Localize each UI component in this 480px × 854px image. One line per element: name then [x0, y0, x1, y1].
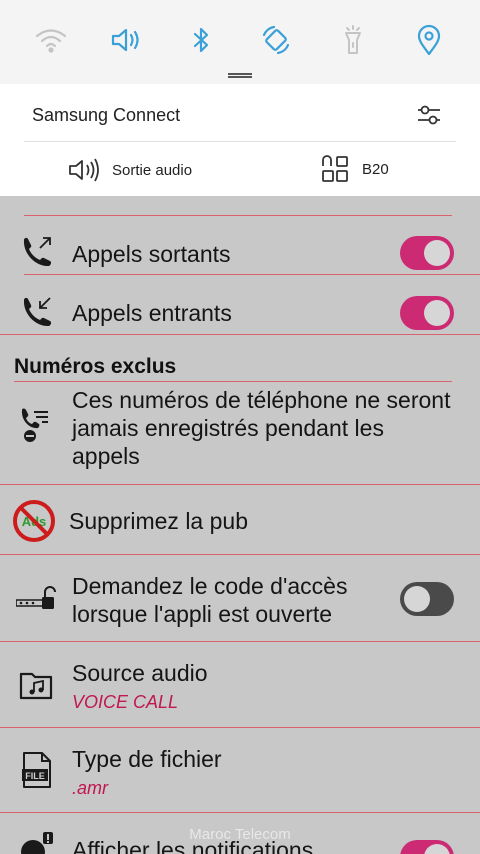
incoming-calls-label: Appels entrants: [72, 300, 232, 326]
toggle-knob: [424, 300, 450, 326]
device-label: B20: [362, 160, 389, 178]
toggle-knob: [424, 240, 450, 266]
divider: [0, 812, 480, 813]
divider: [0, 727, 480, 728]
flashlight-icon[interactable]: [333, 20, 373, 60]
speaker-icon: [69, 158, 99, 182]
audio-output-label: Sortie audio: [112, 161, 193, 179]
toggle-knob: [404, 586, 430, 612]
samsung-connect-row[interactable]: Samsung Connect: [24, 84, 456, 142]
panel-drag-handle[interactable]: [228, 73, 252, 78]
divider: [0, 484, 480, 485]
passcode-label: Demandez le code d'accès lorsque l'appli…: [72, 573, 348, 627]
bluetooth-icon[interactable]: [181, 20, 221, 60]
divider: [24, 274, 480, 275]
excluded-numbers-header: Numéros exclus: [14, 355, 177, 378]
location-icon[interactable]: [409, 20, 449, 60]
sliders-icon[interactable]: [416, 102, 442, 128]
file-type-value: .amr: [72, 778, 108, 798]
file-icon: FILE: [22, 752, 51, 788]
divider: [24, 215, 452, 216]
device-button[interactable]: B20: [320, 154, 389, 184]
devices-grid-icon: [322, 155, 348, 182]
samsung-connect-label: Samsung Connect: [32, 105, 181, 125]
blocked-list-icon: [21, 408, 48, 442]
music-folder-icon: [19, 672, 53, 700]
no-ads-icon: Ads: [13, 500, 55, 542]
divider: [0, 334, 480, 335]
audio-output-button[interactable]: Sortie audio: [68, 156, 192, 184]
quick-settings-panel: Samsung Connect Sortie audio B20: [0, 0, 480, 196]
media-output-row: Sortie audio B20: [0, 142, 480, 196]
outgoing-calls-label: Appels sortants: [72, 241, 231, 267]
incoming-call-icon: [23, 297, 52, 327]
passcode-lock-icon: [16, 586, 56, 609]
divider: [14, 381, 452, 382]
passcode-toggle[interactable]: [400, 582, 454, 616]
file-icon-text: FILE: [25, 771, 45, 781]
auto-rotate-icon[interactable]: [256, 20, 296, 60]
outgoing-calls-toggle[interactable]: [400, 236, 454, 270]
incoming-calls-toggle[interactable]: [400, 296, 454, 330]
carrier-watermark: Maroc Telecom: [189, 826, 291, 843]
toggle-knob: [424, 844, 450, 854]
wifi-icon[interactable]: [31, 20, 71, 60]
outgoing-call-icon: [23, 237, 52, 267]
audio-source-label[interactable]: Source audio: [72, 659, 208, 687]
remove-ads-label[interactable]: Supprimez la pub: [69, 507, 248, 535]
file-type-label[interactable]: Type de fichier: [72, 745, 222, 773]
volume-icon[interactable]: [106, 20, 146, 60]
quick-settings-toggles: [0, 0, 480, 84]
divider: [0, 554, 480, 555]
audio-source-value: VOICE CALL: [72, 692, 179, 712]
excluded-numbers-description[interactable]: Ces numéros de téléphone ne seront jamai…: [72, 386, 452, 470]
divider: [0, 641, 480, 642]
